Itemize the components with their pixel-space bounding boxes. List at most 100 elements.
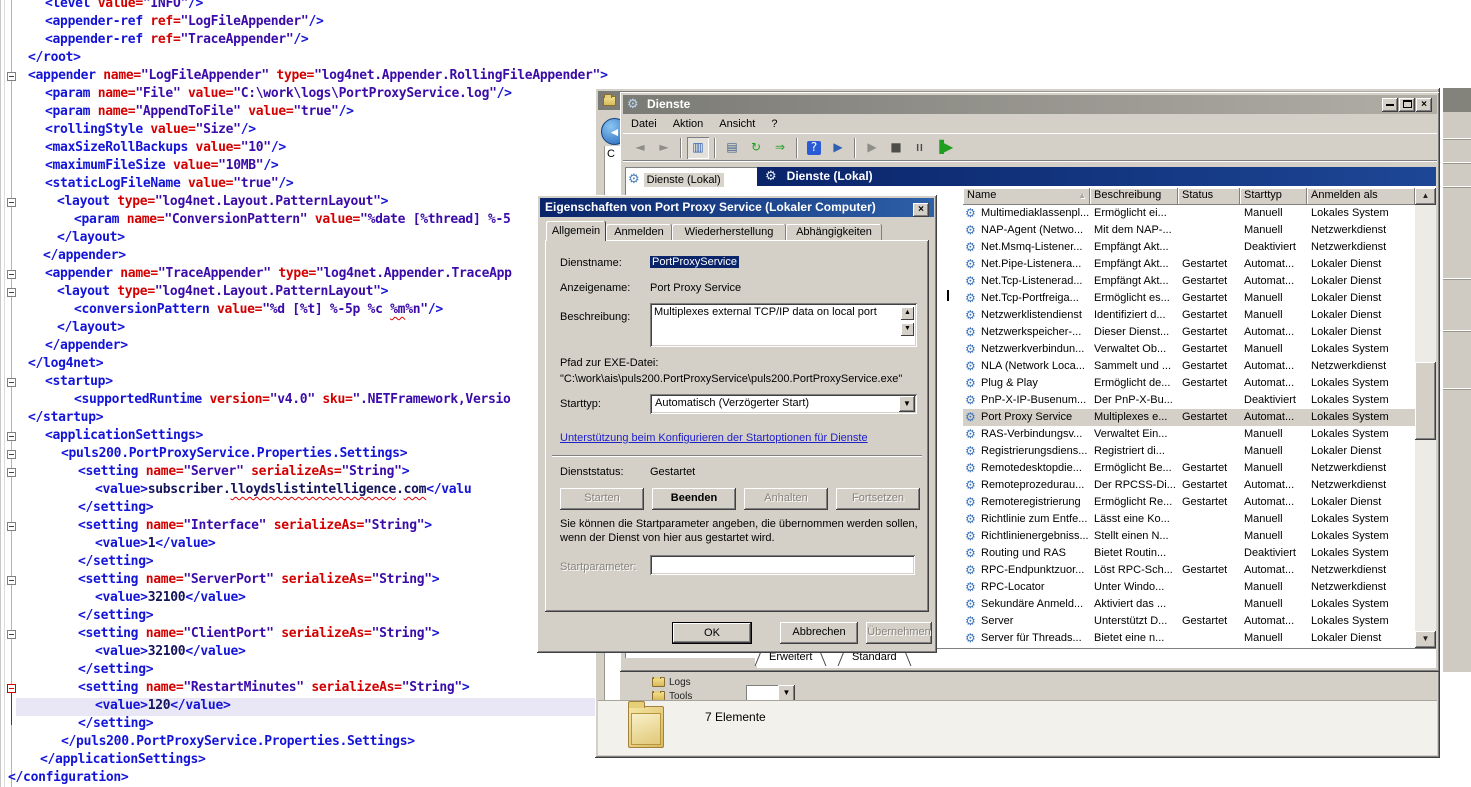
table-row[interactable]: ⚙ServerUnterstützt D...GestartetAutomat.… — [963, 613, 1415, 630]
stop-service-icon[interactable]: ■ — [885, 137, 907, 159]
abbrechen-button[interactable]: Abbrechen — [780, 622, 858, 644]
code-line[interactable]: </configuration> — [8, 770, 700, 787]
starttyp-label: Starttyp: — [560, 398, 601, 410]
table-row[interactable]: ⚙Remoteprozedurau...Der RPCSS-Di...Gesta… — [963, 477, 1415, 494]
back-icon[interactable]: ◄ — [629, 137, 651, 159]
table-row[interactable]: ⚙Richtlinienergebniss...Stellt einen N..… — [963, 528, 1415, 545]
service-gear-icon: ⚙ — [965, 222, 976, 239]
table-row[interactable]: ⚙Netzwerkverbindun...Verwaltet Ob...Gest… — [963, 341, 1415, 358]
back-arrow-icon: ◄ — [609, 125, 621, 139]
code-line[interactable]: <appender name="LogFileAppender" type="l… — [16, 68, 700, 86]
table-row[interactable]: ⚙Multimediaklassenpl...Ermöglicht ei...M… — [963, 205, 1415, 222]
tree-item-dienste-lokal[interactable]: ⚙Dienste (Lokal) — [628, 171, 724, 188]
table-row[interactable]: ⚙Remotedesktopdie...Ermöglicht Be...Gest… — [963, 460, 1415, 477]
table-row[interactable]: ⚙Port Proxy ServiceMultiplexes e...Gesta… — [963, 409, 1415, 426]
starten-button[interactable]: Starten — [560, 488, 644, 510]
maximize-button[interactable] — [1399, 98, 1415, 112]
scrollbar-thumb[interactable] — [1415, 362, 1436, 440]
close-icon[interactable]: × — [913, 203, 929, 217]
pause-service-icon[interactable]: II — [909, 137, 931, 159]
refresh-icon[interactable]: ↻ — [745, 137, 767, 159]
column-header-anmeldenals[interactable]: Anmelden als — [1307, 188, 1415, 205]
table-row[interactable]: ⚙Net.Pipe-Listenera...Empfängt Akt...Ges… — [963, 256, 1415, 273]
menubar: DateiAktionAnsicht? — [623, 115, 1437, 134]
table-row[interactable]: ⚙Routing und RASBietet Routin...Deaktivi… — [963, 545, 1415, 562]
table-row[interactable]: ⚙RPC-Endpunktzuor...Löst RPC-Sch...Gesta… — [963, 562, 1415, 579]
chevron-down-icon[interactable]: ▼ — [899, 396, 915, 412]
dialog-tab-wiederherstellung[interactable]: Wiederherstellung — [672, 224, 786, 241]
table-row[interactable]: ⚙Net.Msmq-Listener...Empfängt Akt...Deak… — [963, 239, 1415, 256]
beenden-button[interactable]: Beenden — [652, 488, 736, 510]
column-header-starttyp[interactable]: Starttyp — [1240, 188, 1307, 205]
starttyp-dropdown[interactable]: Automatisch (Verzögerter Start) ▼ — [650, 394, 917, 414]
table-row[interactable]: ⚙Plug & PlayErmöglicht de...GestartetAut… — [963, 375, 1415, 392]
menu-item-?[interactable]: ? — [763, 118, 785, 130]
menu-item-aktion[interactable]: Aktion — [665, 118, 712, 130]
beschreibung-textbox[interactable]: Multiplexes external TCP/IP data on loca… — [650, 303, 917, 347]
startparameter-input[interactable] — [650, 555, 915, 575]
forward-icon[interactable]: ► — [653, 137, 675, 159]
code-line[interactable]: </root> — [16, 50, 700, 68]
table-row[interactable]: ⚙NetzwerklistendienstIdentifiziert d...G… — [963, 307, 1415, 324]
table-row[interactable]: ⚙Registrierungsdiens...Registriert di...… — [963, 443, 1415, 460]
scroll-down-button[interactable]: ▼ — [1415, 631, 1436, 648]
code-line[interactable]: <appender-ref ref="TraceAppender"/> — [16, 32, 700, 50]
menu-item-ansicht[interactable]: Ansicht — [711, 118, 763, 130]
vertical-scrollbar[interactable]: ▲ ▼ — [1415, 188, 1436, 648]
toolbar: ◄►▥▤↻⇒?▶▶■II▐▶ — [623, 135, 1437, 161]
fortsetzen-button[interactable]: Fortsetzen — [836, 488, 920, 510]
show-console-tree-icon[interactable]: ▥ — [687, 137, 709, 159]
menu-item-datei[interactable]: Datei — [623, 118, 665, 130]
uebernehmen-button[interactable]: Übernehmen — [866, 622, 932, 644]
ok-button[interactable]: OK — [672, 622, 752, 644]
scroll-up-button[interactable]: ▲ — [1415, 188, 1436, 205]
extended-view-icon[interactable]: ▶ — [827, 137, 849, 159]
start-service-icon[interactable]: ▶ — [861, 137, 883, 159]
column-header-beschreibung[interactable]: Beschreibung — [1090, 188, 1178, 205]
table-row[interactable]: ⚙NLA (Network Loca...Sammelt und ...Gest… — [963, 358, 1415, 375]
table-row[interactable]: ⚙Server für Threads...Bietet eine n...Ma… — [963, 630, 1415, 647]
restart-service-icon[interactable]: ▐▶ — [933, 137, 955, 159]
startoptions-help-link[interactable]: Unterstützung beim Konfigurieren der Sta… — [560, 432, 868, 444]
help-icon[interactable]: ? — [803, 137, 825, 159]
table-row[interactable]: ⚙Net.Tcp-Listenerad...Empfängt Akt...Ges… — [963, 273, 1415, 290]
dialog-title: Eigenschaften von Port Proxy Service (Lo… — [545, 200, 876, 214]
dialog-titlebar[interactable]: Eigenschaften von Port Proxy Service (Lo… — [540, 198, 934, 217]
table-row[interactable]: ⚙Net.Tcp-Portfreiga...Ermöglicht es...Ge… — [963, 290, 1415, 307]
table-row[interactable]: ⚙PnP-X-IP-Busenum...Der PnP-X-Bu...Deakt… — [963, 392, 1415, 409]
scroll-up-icon[interactable]: ▲ — [901, 307, 914, 320]
properties-icon[interactable]: ▤ — [721, 137, 743, 159]
services-titlebar[interactable]: ⚙ Dienste × — [623, 95, 1437, 114]
dienstname-value[interactable]: PortProxyService — [650, 256, 739, 268]
element-count-text: 7 Elemente — [705, 710, 766, 724]
column-header-status[interactable]: Status — [1178, 188, 1240, 205]
services-table: Name▲BeschreibungStatusStarttypAnmelden … — [963, 188, 1436, 648]
code-line[interactable]: <appender-ref ref="LogFileAppender"/> — [16, 14, 700, 32]
table-row[interactable]: ⚙RAS-Verbindungsv...Verwaltet Ein...Manu… — [963, 426, 1415, 443]
table-row[interactable]: ⚙NAP-Agent (Netwo...Mit dem NAP-...Manue… — [963, 222, 1415, 239]
table-row[interactable]: ⚙RPC-LocatorUnter Windo...ManuellNetzwer… — [963, 579, 1415, 596]
minimize-button[interactable] — [1382, 98, 1398, 112]
properties-dialog: Eigenschaften von Port Proxy Service (Lo… — [537, 195, 937, 653]
close-button[interactable]: × — [1416, 98, 1432, 112]
code-line[interactable]: <level value="INFO"/> — [16, 0, 700, 14]
dialog-tab-anmelden[interactable]: Anmelden — [606, 224, 672, 241]
table-row[interactable]: ⚙Netzwerkspeicher-...Dieser Dienst...Ges… — [963, 324, 1415, 341]
export-list-icon[interactable]: ⇒ — [769, 137, 791, 159]
scroll-down-icon[interactable]: ▼ — [901, 323, 914, 336]
column-header-name[interactable]: Name▲ — [963, 188, 1090, 205]
table-row[interactable]: ⚙Sekundäre Anmeld...Aktiviert das ...Man… — [963, 596, 1415, 613]
table-row[interactable]: ⚙RemoteregistrierungErmöglicht Re...Gest… — [963, 494, 1415, 511]
explorer-statusbar: 7 Elemente — [598, 700, 1437, 755]
service-gear-icon: ⚙ — [965, 511, 976, 528]
pfad-label: Pfad zur EXE-Datei: — [560, 357, 658, 369]
table-row[interactable]: ⚙Richtlinie zum Entfe...Lässt eine Ko...… — [963, 511, 1415, 528]
dialog-tab-abhngigkeiten[interactable]: Abhängigkeiten — [786, 224, 882, 241]
folder-item[interactable]: Logs — [652, 677, 691, 689]
table-header: Name▲BeschreibungStatusStarttypAnmelden … — [963, 188, 1415, 205]
beschreibung-value: Multiplexes external TCP/IP data on loca… — [654, 306, 877, 318]
startparameter-hint: Sie können die Startparameter angeben, d… — [560, 517, 926, 545]
anhalten-button[interactable]: Anhalten — [744, 488, 828, 510]
dienstname-label: Dienstname: — [560, 257, 622, 269]
dialog-tab-allgemein[interactable]: Allgemein — [546, 221, 606, 241]
